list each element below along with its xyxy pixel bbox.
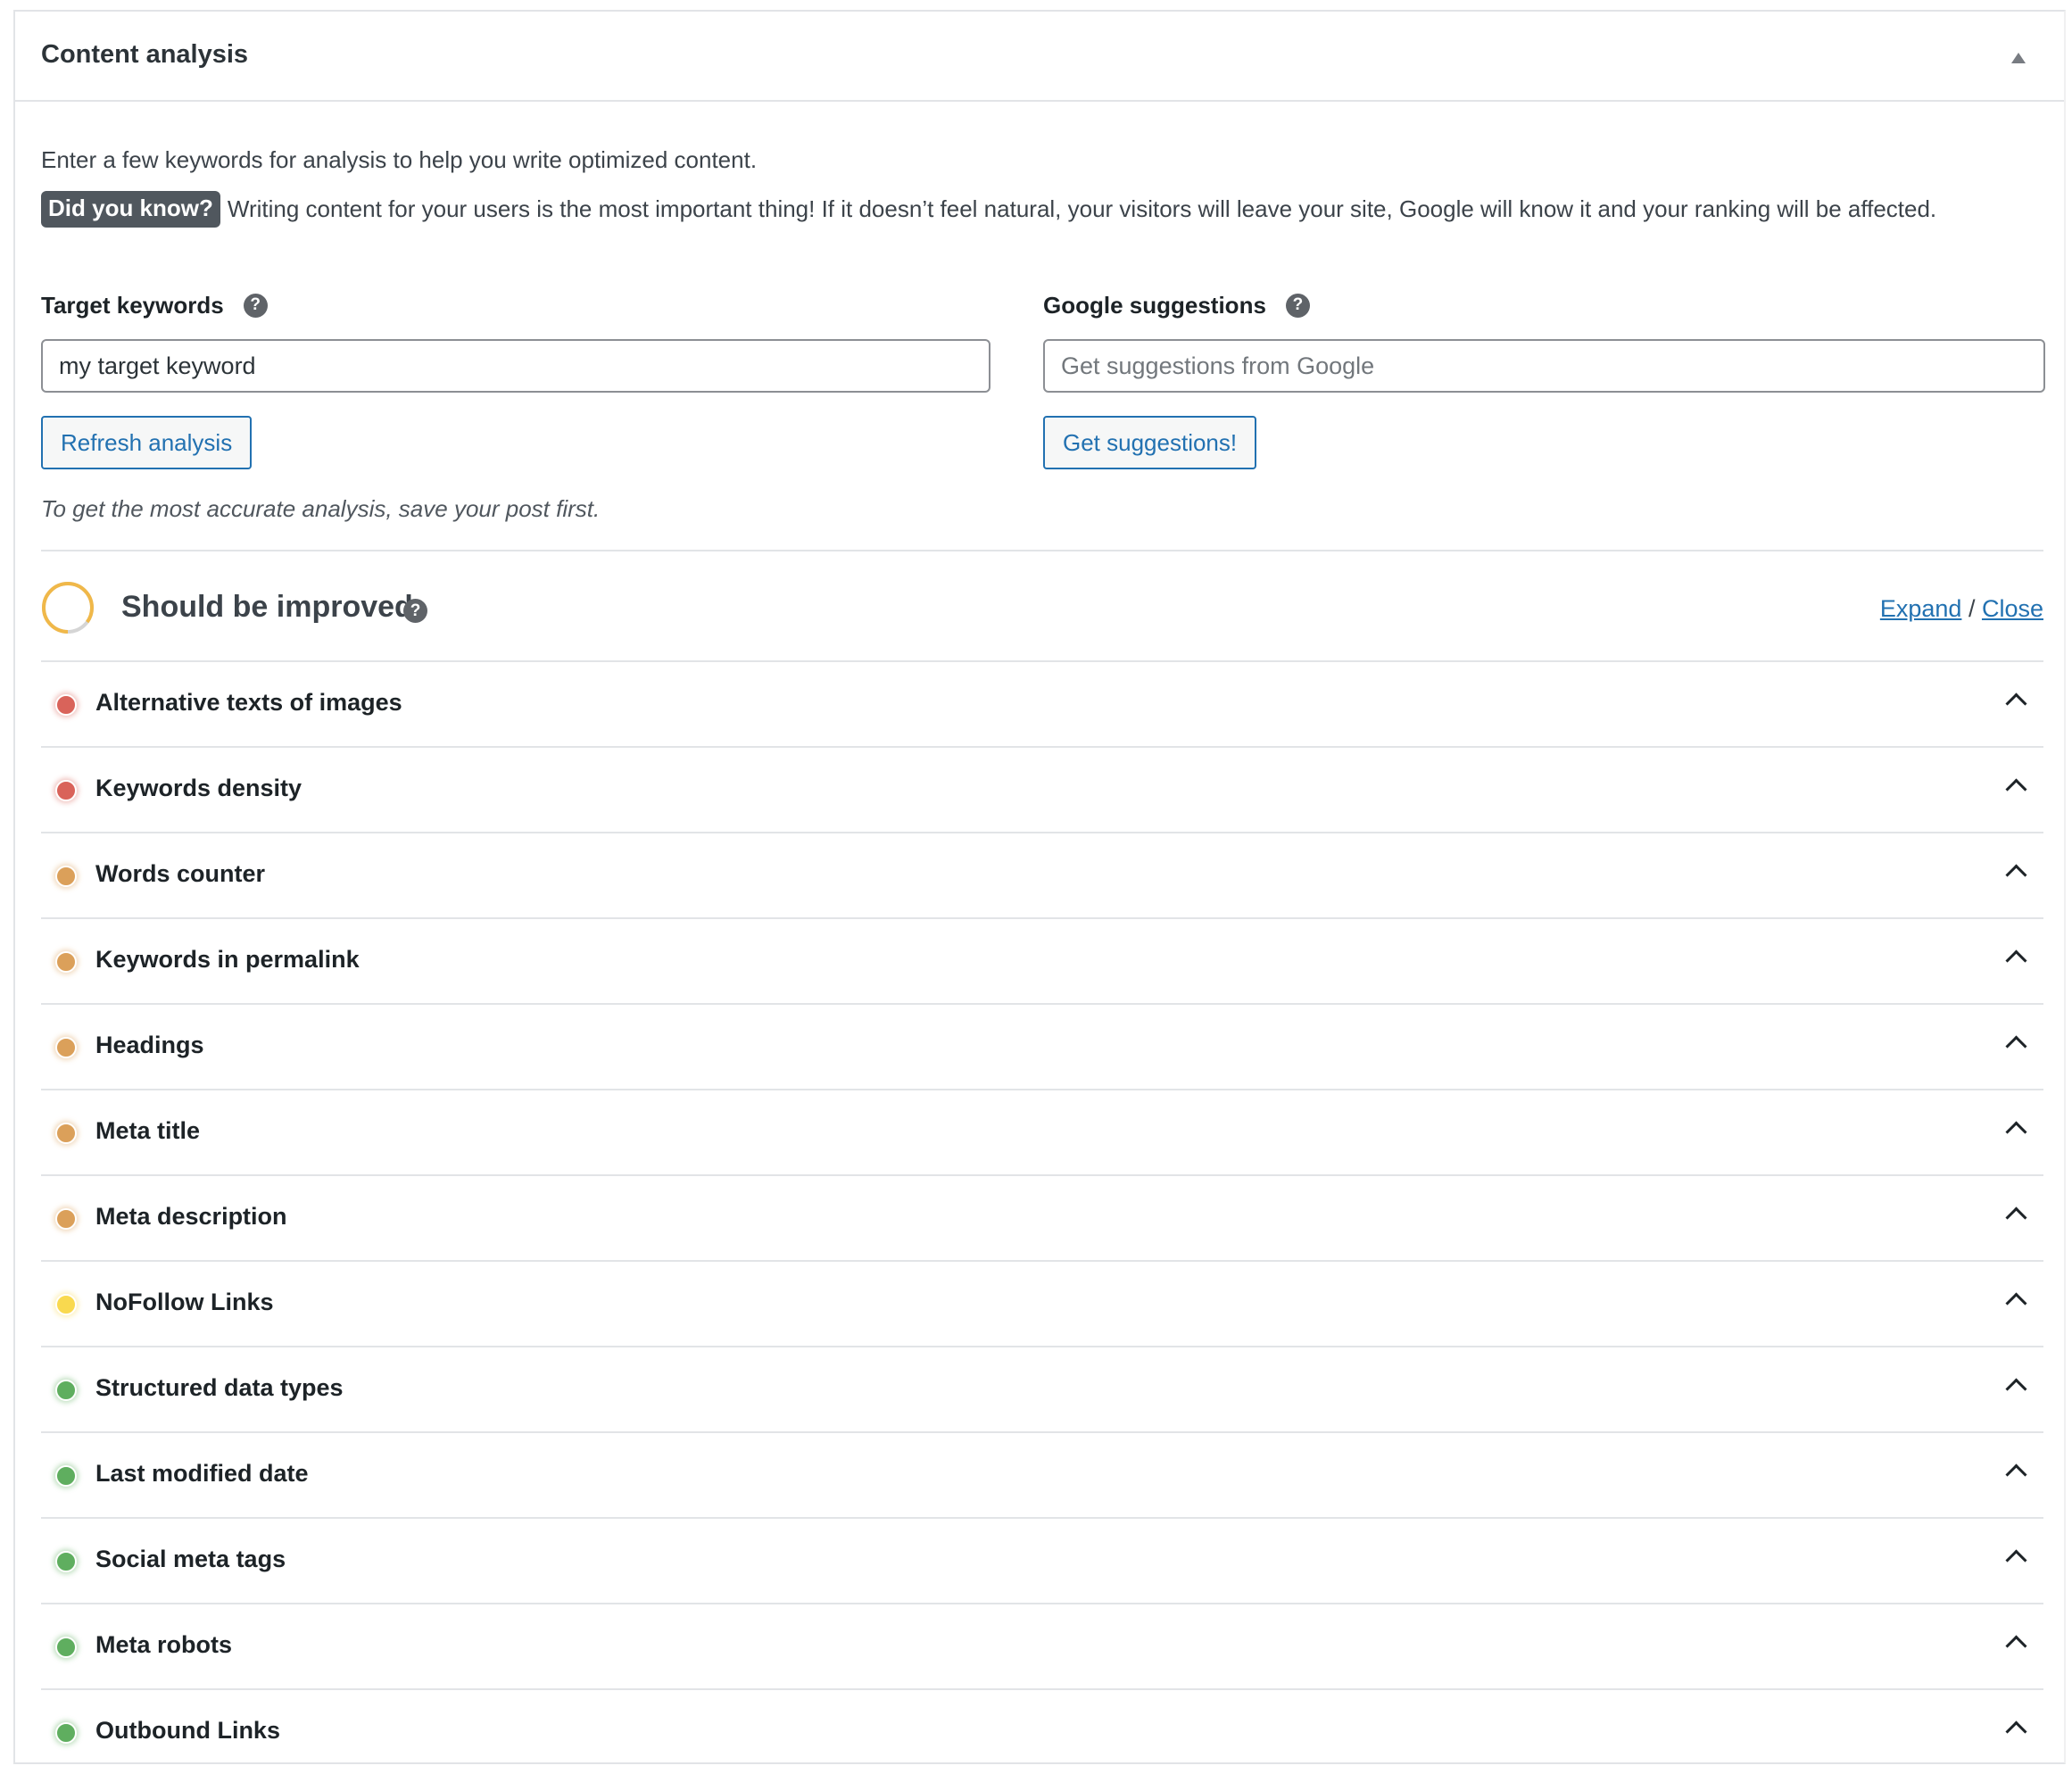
status-dot-icon <box>55 1465 77 1487</box>
check-label: Keywords density <box>95 775 303 801</box>
status-dot-icon <box>55 1637 77 1658</box>
check-label: Last modified date <box>95 1460 309 1487</box>
analysis-summary: Should be improved ? Expand / Close <box>41 551 2043 663</box>
google-suggestions-section: Google suggestions ? Get suggestions! <box>1043 289 2045 469</box>
intro-text: Enter a few keywords for analysis to hel… <box>41 146 758 173</box>
chevron-up-icon[interactable] <box>2005 778 2027 800</box>
status-dot-icon <box>55 1294 77 1315</box>
content-analysis-panel: Content analysis Enter a few keywords fo… <box>13 10 2066 1764</box>
check-label: Structured data types <box>95 1374 344 1401</box>
chevron-up-icon[interactable] <box>2005 1292 2027 1314</box>
check-label: NoFollow Links <box>95 1289 274 1315</box>
google-suggestions-input[interactable] <box>1043 339 2045 393</box>
chevron-up-icon[interactable] <box>2005 1206 2027 1229</box>
google-suggestions-label: Google suggestions ? <box>1043 289 2045 321</box>
check-label: Meta title <box>95 1117 201 1144</box>
check-label: Keywords in permalink <box>95 946 360 973</box>
check-row[interactable]: Structured data types <box>41 1347 2043 1433</box>
status-dot-icon <box>55 1123 77 1144</box>
get-suggestions-button[interactable]: Get suggestions! <box>1043 416 1257 469</box>
score-ring-icon <box>42 582 94 634</box>
help-icon[interactable]: ? <box>243 293 268 318</box>
help-icon[interactable]: ? <box>1285 293 1310 318</box>
panel-title: Content analysis <box>41 40 249 69</box>
status-dot-icon <box>55 1380 77 1401</box>
checks-list: Alternative texts of images Keywords dens… <box>41 662 2043 1774</box>
check-label: Meta robots <box>95 1631 233 1658</box>
check-label: Headings <box>95 1032 204 1058</box>
help-icon[interactable]: ? <box>403 599 427 623</box>
check-label: Outbound Links <box>95 1717 280 1744</box>
did-you-know-badge: Did you know? <box>41 191 220 228</box>
target-keywords-input[interactable] <box>41 339 990 393</box>
target-keywords-label-text: Target keywords <box>41 291 224 319</box>
status-dot-icon <box>55 694 77 716</box>
status-dot-icon <box>55 1551 77 1572</box>
check-row[interactable]: Alternative texts of images <box>41 662 2043 748</box>
status-dot-icon <box>55 1722 77 1744</box>
expand-link[interactable]: Expand <box>1880 595 1962 622</box>
panel-collapse-toggle[interactable] <box>2005 46 2032 72</box>
chevron-up-icon[interactable] <box>2005 864 2027 886</box>
target-keywords-section: Target keywords ? Refresh analysis <box>41 289 990 469</box>
panel-header: Content analysis <box>15 12 2064 102</box>
expand-close-links: Expand / Close <box>1880 595 2043 623</box>
status-dot-icon <box>55 866 77 887</box>
check-label: Meta description <box>95 1203 287 1230</box>
chevron-up-icon[interactable] <box>2005 1121 2027 1143</box>
status-dot-icon <box>55 1208 77 1230</box>
status-dot-icon <box>55 1037 77 1058</box>
chevron-up-icon[interactable] <box>2005 949 2027 972</box>
check-row[interactable]: Social meta tags <box>41 1519 2043 1604</box>
check-label: Alternative texts of images <box>95 689 402 716</box>
check-row[interactable]: Keywords density <box>41 748 2043 833</box>
check-row[interactable]: Keywords in permalink <box>41 919 2043 1005</box>
chevron-up-icon[interactable] <box>2005 1378 2027 1400</box>
summary-title: Should be improved <box>121 590 413 624</box>
status-dot-icon <box>55 951 77 973</box>
chevron-up-icon[interactable] <box>2005 692 2027 715</box>
check-row[interactable]: Outbound Links <box>41 1690 2043 1774</box>
check-label: Social meta tags <box>95 1546 286 1572</box>
check-row[interactable]: Meta title <box>41 1090 2043 1176</box>
check-row[interactable]: Meta description <box>41 1176 2043 1262</box>
status-dot-icon <box>55 780 77 801</box>
check-row[interactable]: Last modified date <box>41 1433 2043 1519</box>
chevron-up-icon[interactable] <box>2005 1035 2027 1057</box>
close-link[interactable]: Close <box>1982 595 2043 622</box>
chevron-up-icon[interactable] <box>2005 1463 2027 1486</box>
chevron-up-icon[interactable] <box>2005 1549 2027 1571</box>
check-row[interactable]: Headings <box>41 1005 2043 1090</box>
chevron-up-icon[interactable] <box>2005 1635 2027 1657</box>
chevron-up-icon[interactable] <box>2005 1720 2027 1743</box>
separator: / <box>1968 595 1976 622</box>
save-post-note: To get the most accurate analysis, save … <box>41 495 601 522</box>
refresh-analysis-button[interactable]: Refresh analysis <box>41 416 253 469</box>
check-row[interactable]: Meta robots <box>41 1604 2043 1690</box>
target-keywords-label: Target keywords ? <box>41 289 990 321</box>
did-you-know-tip: Did you know? Writing content for your u… <box>41 191 1936 228</box>
check-row[interactable]: Words counter <box>41 833 2043 919</box>
google-suggestions-label-text: Google suggestions <box>1043 291 1266 319</box>
check-label: Words counter <box>95 860 266 887</box>
check-row[interactable]: NoFollow Links <box>41 1262 2043 1347</box>
triangle-up-icon <box>2011 53 2026 63</box>
tip-text: Writing content for your users is the mo… <box>227 195 1937 222</box>
